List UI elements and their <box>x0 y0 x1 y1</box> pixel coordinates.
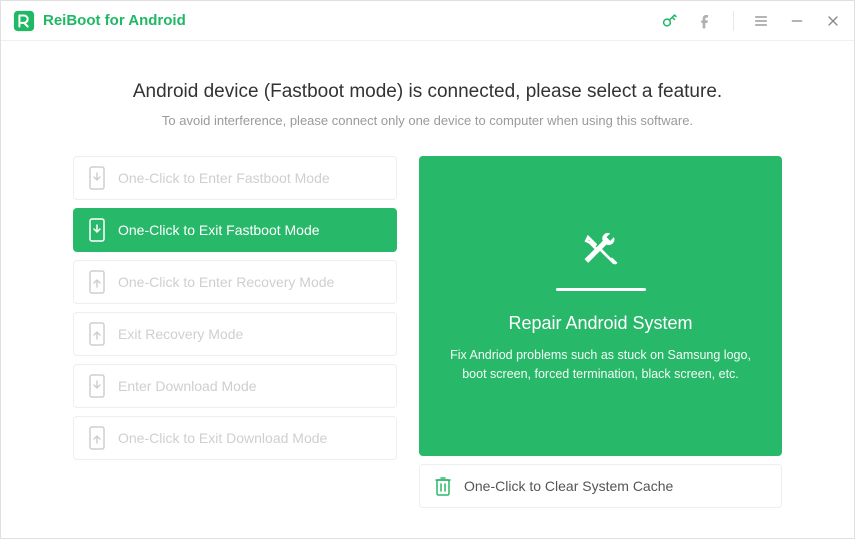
exit-recovery-button[interactable]: Exit Recovery Mode <box>73 312 397 356</box>
mode-label: One-Click to Exit Download Mode <box>118 430 327 446</box>
repair-divider <box>556 288 646 291</box>
app-title: ReiBoot for Android <box>43 12 186 29</box>
facebook-icon[interactable] <box>697 12 715 30</box>
phone-icon <box>88 374 106 398</box>
cache-label: One-Click to Clear System Cache <box>464 478 673 494</box>
main-grid: One-Click to Enter Fastboot Mode One-Cli… <box>73 156 782 508</box>
close-icon[interactable] <box>824 12 842 30</box>
mode-label: Enter Download Mode <box>118 378 257 394</box>
tools-icon <box>579 228 623 272</box>
register-key-icon[interactable] <box>661 12 679 30</box>
repair-title: Repair Android System <box>508 313 692 334</box>
exit-fastboot-button[interactable]: One-Click to Exit Fastboot Mode <box>73 208 397 252</box>
repair-description: Fix Andriod problems such as stuck on Sa… <box>449 346 752 384</box>
titlebar-divider <box>733 11 734 31</box>
phone-up-icon <box>88 270 106 294</box>
content-area: Android device (Fastboot mode) is connec… <box>1 41 854 538</box>
phone-icon <box>88 426 106 450</box>
phone-icon <box>88 322 106 346</box>
page-heading: Android device (Fastboot mode) is connec… <box>73 81 782 103</box>
right-column: Repair Android System Fix Andriod proble… <box>419 156 782 508</box>
app-window: ReiBoot for Android <box>0 0 855 539</box>
trash-icon <box>434 475 452 497</box>
titlebar: ReiBoot for Android <box>1 1 854 41</box>
enter-download-button[interactable]: Enter Download Mode <box>73 364 397 408</box>
mode-label: Exit Recovery Mode <box>118 326 243 342</box>
app-logo-icon <box>13 10 35 32</box>
page-subheading: To avoid interference, please connect on… <box>73 113 782 128</box>
mode-label: One-Click to Exit Fastboot Mode <box>118 222 320 238</box>
minimize-icon[interactable] <box>788 12 806 30</box>
mode-label: One-Click to Enter Recovery Mode <box>118 274 334 290</box>
clear-cache-button[interactable]: One-Click to Clear System Cache <box>419 464 782 508</box>
exit-download-button[interactable]: One-Click to Exit Download Mode <box>73 416 397 460</box>
mode-list: One-Click to Enter Fastboot Mode One-Cli… <box>73 156 397 508</box>
enter-fastboot-button[interactable]: One-Click to Enter Fastboot Mode <box>73 156 397 200</box>
mode-label: One-Click to Enter Fastboot Mode <box>118 170 330 186</box>
phone-down-icon <box>88 166 106 190</box>
enter-recovery-button[interactable]: One-Click to Enter Recovery Mode <box>73 260 397 304</box>
repair-android-card[interactable]: Repair Android System Fix Andriod proble… <box>419 156 782 456</box>
menu-icon[interactable] <box>752 12 770 30</box>
phone-down-icon <box>88 218 106 242</box>
titlebar-controls <box>661 11 842 31</box>
